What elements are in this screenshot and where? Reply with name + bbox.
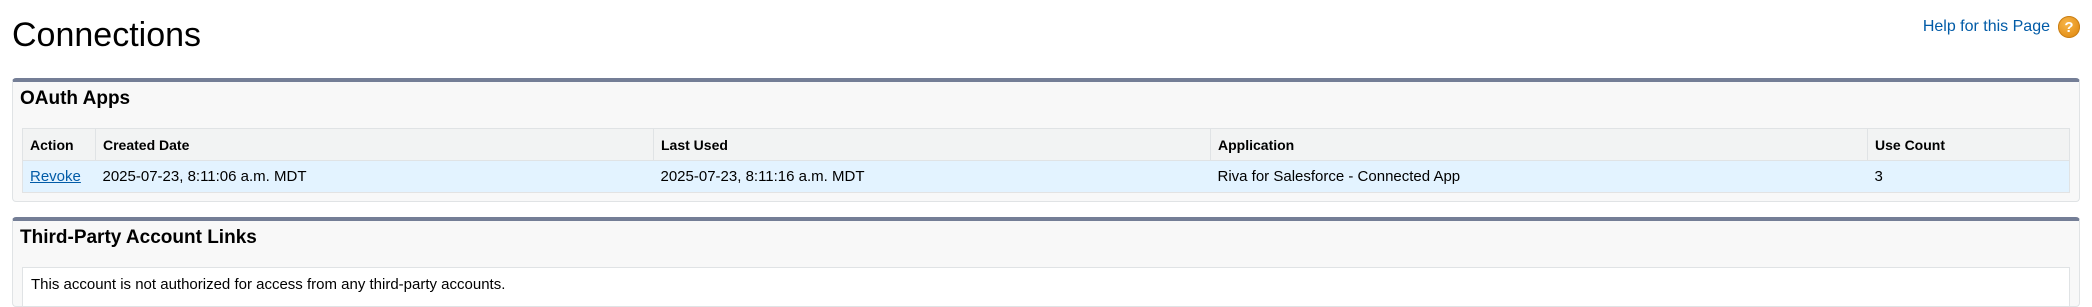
revoke-link[interactable]: Revoke xyxy=(30,168,81,185)
application-cell: Riva for Salesforce - Connected App xyxy=(1210,160,1868,193)
help-question-icon[interactable]: ? xyxy=(2058,16,2080,38)
created-date-cell: 2025-07-23, 8:11:06 a.m. MDT xyxy=(95,160,654,193)
column-header-application[interactable]: Application xyxy=(1210,128,1868,161)
column-header-use-count[interactable]: Use Count xyxy=(1867,128,2070,161)
last-used-cell: 2025-07-23, 8:11:16 a.m. MDT xyxy=(653,160,1211,193)
column-header-action[interactable]: Action xyxy=(22,128,96,161)
help-section: Help for this Page ? xyxy=(1923,16,2080,38)
page-title: Connections xyxy=(12,16,202,54)
third-party-links-panel: Third-Party Account Links This account i… xyxy=(12,217,2080,307)
third-party-links-title: Third-Party Account Links xyxy=(20,227,257,248)
column-header-last-used[interactable]: Last Used xyxy=(653,128,1211,161)
oauth-apps-table: Action Created Date Last Used Applicatio… xyxy=(22,128,2070,193)
column-header-created-date[interactable]: Created Date xyxy=(95,128,654,161)
help-link[interactable]: Help for this Page xyxy=(1923,18,2050,36)
oauth-apps-title: OAuth Apps xyxy=(20,88,131,109)
third-party-empty-message: This account is not authorized for acces… xyxy=(22,267,2070,307)
use-count-cell: 3 xyxy=(1867,160,2070,193)
table-header-row: Action Created Date Last Used Applicatio… xyxy=(22,128,2070,161)
oauth-apps-panel: OAuth Apps Action Created Date Last Used… xyxy=(12,78,2080,202)
table-row: Revoke 2025-07-23, 8:11:06 a.m. MDT 2025… xyxy=(22,160,2070,193)
action-cell: Revoke xyxy=(22,160,96,193)
